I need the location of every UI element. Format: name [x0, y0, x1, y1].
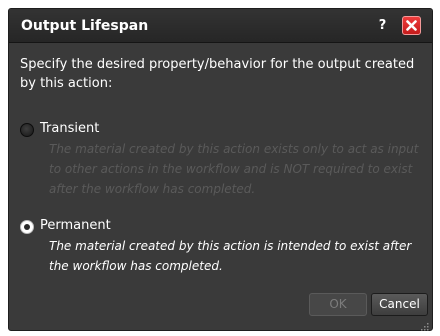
close-icon[interactable] — [402, 16, 421, 35]
transient-label[interactable]: Transient — [40, 121, 99, 136]
dialog-title-bar[interactable]: Output Lifespan ? — [9, 9, 432, 43]
ok-button[interactable]: OK — [309, 293, 367, 316]
transient-description: The material created by this action exis… — [49, 142, 419, 196]
dialog-title: Output Lifespan — [21, 18, 149, 34]
dialog-description: Specify the desired property/behavior fo… — [20, 57, 415, 91]
permanent-description: The material created by this action is i… — [49, 239, 412, 273]
permanent-radio[interactable] — [20, 220, 34, 234]
resize-grip-icon[interactable] — [419, 317, 430, 336]
output-lifespan-dialog: Output Lifespan ? Specify the desired pr… — [8, 8, 433, 331]
transient-radio[interactable] — [20, 123, 34, 137]
cancel-button[interactable]: Cancel — [371, 293, 428, 316]
permanent-label[interactable]: Permanent — [40, 218, 111, 233]
help-icon[interactable]: ? — [374, 17, 391, 34]
